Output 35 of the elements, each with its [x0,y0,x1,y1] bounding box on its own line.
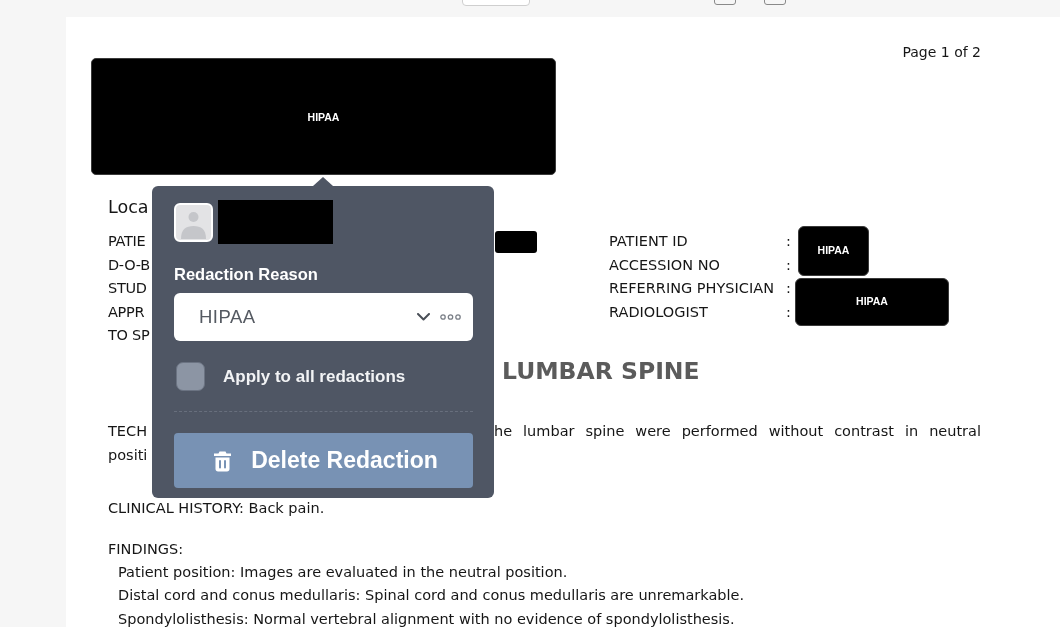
field-label: D-O-B [108,255,150,275]
paragraph-text: he lumbar spine were performed without contrast in neutral [494,421,981,441]
reason-select[interactable]: HIPAA [174,293,473,341]
field-label: REFERRING PHYSICIAN [609,279,774,299]
field-label: STUD [108,279,147,299]
section-heading: Loca [108,196,149,218]
checkbox[interactable] [176,362,205,391]
field-separator: : [786,232,791,251]
redaction-box[interactable]: HIPAA [91,58,556,175]
finding-text: Spondylolisthesis: Normal vertebral alignment with no evidence of spondylolisthesis. [118,609,735,627]
field-separator: : [786,255,791,275]
redaction-box[interactable]: HIPAA [795,278,949,327]
field-label: TO SP [108,326,150,346]
paragraph-text: TECH [108,421,148,441]
chevron-down-icon [417,313,430,321]
page-number: Page 1 of 2 [902,44,981,58]
paragraph-text: CLINICAL HISTORY: Back pain. [108,498,325,518]
checkbox-label[interactable]: Apply to all redactions [223,366,406,387]
trash-icon [213,449,233,472]
field-separator: : [786,279,791,299]
avatar-icon [174,202,213,242]
redaction-box[interactable]: HIPAA [798,226,869,276]
field-separator: : [786,302,791,322]
section-heading: FINDINGS: [108,539,184,559]
field-label: Redaction Reason [174,264,319,284]
field-label: APPR [108,302,145,322]
more-icon[interactable] [440,314,461,320]
finding-text: Distal cord and conus medullaris: Spinal cord and conus medullaris are unremarkable. [118,586,745,606]
field-label: RADIOLOGIST [609,302,708,322]
field-label: PATIENT ID [609,232,688,251]
finding-text: Patient position: Images are evaluated in the neutral position. [118,562,568,582]
report-title: LUMBAR SPINE [502,357,700,384]
paragraph-text: positi [108,445,148,465]
field-label: ACCESSION NO [609,255,720,275]
field-label: PATIE [108,232,146,251]
